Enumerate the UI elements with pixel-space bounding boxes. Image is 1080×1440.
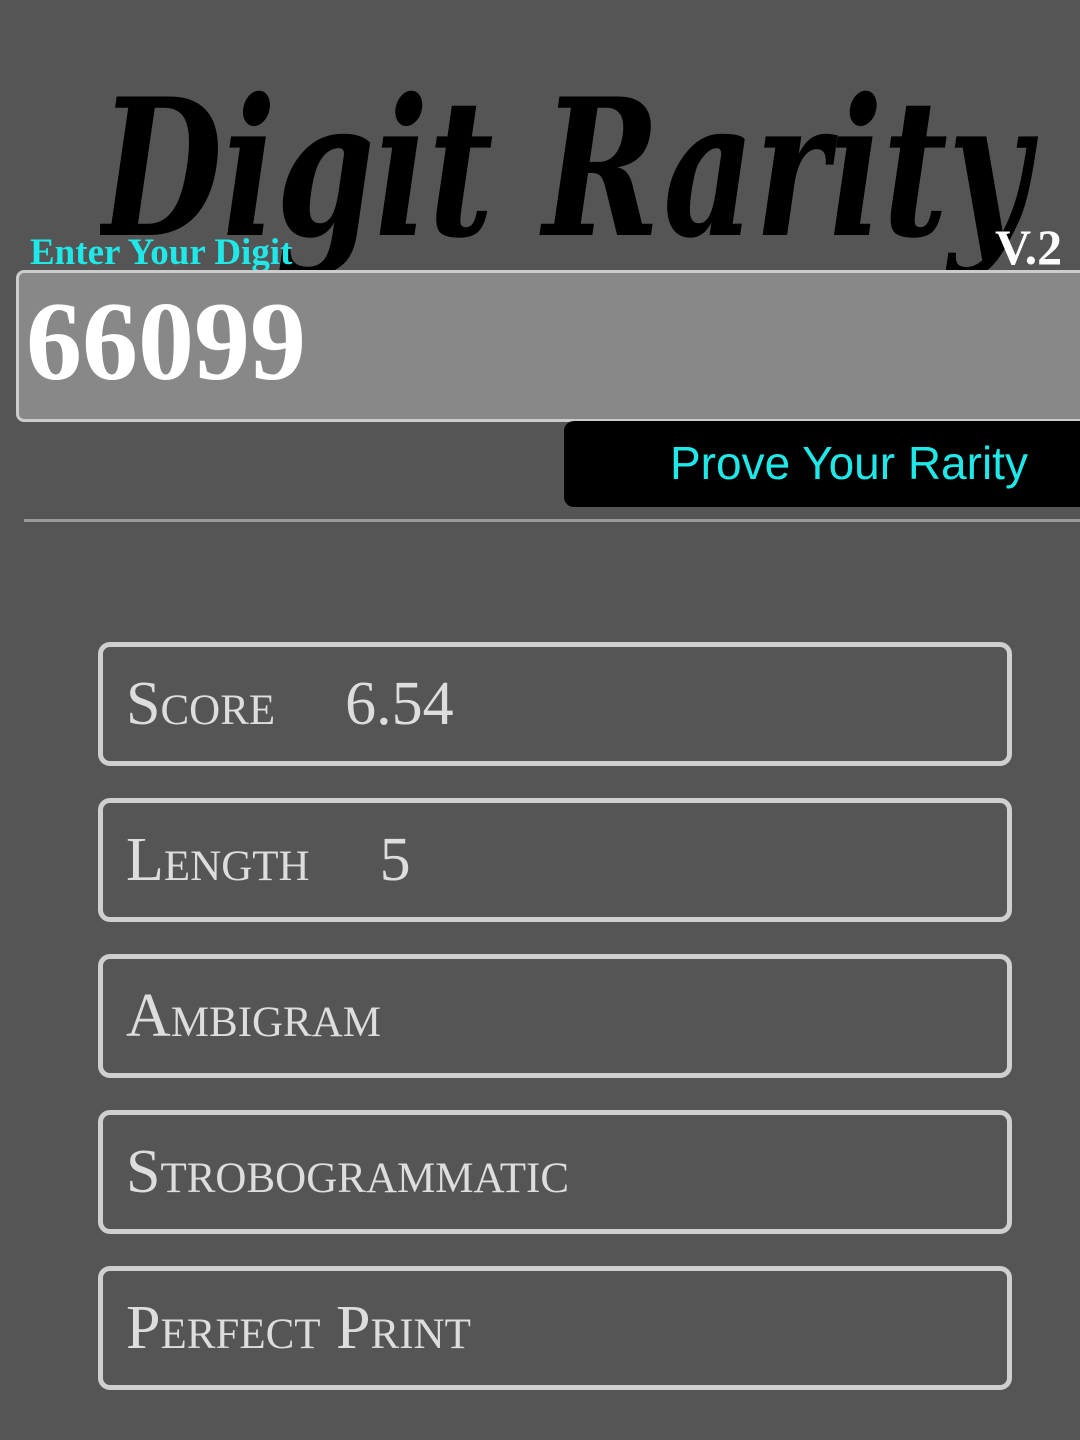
score-label: Score — [126, 670, 276, 738]
prove-rarity-button-label[interactable]: Prove Your Rarity — [670, 438, 1028, 489]
strobogrammatic-result-box: Strobogrammatic — [98, 1110, 1012, 1234]
input-label: Enter Your Digit — [30, 232, 293, 273]
length-label: Length — [126, 826, 310, 894]
score-value: 6.54 — [345, 670, 454, 738]
divider — [24, 519, 1080, 522]
strobogrammatic-label: Strobogrammatic — [126, 1138, 570, 1206]
perfect-print-label: Perfect Print — [126, 1294, 471, 1362]
ambigram-result-box: Ambigram — [98, 954, 1012, 1078]
score-result-box: Score 6.54 — [98, 642, 1012, 766]
version-label: V.2 — [995, 219, 1063, 275]
length-value: 5 — [379, 826, 411, 894]
digit-input-value[interactable]: 66099 — [26, 286, 306, 398]
length-result-box: Length 5 — [98, 798, 1012, 922]
perfect-print-result-box: Perfect Print — [98, 1266, 1012, 1390]
ambigram-label: Ambigram — [126, 982, 382, 1050]
